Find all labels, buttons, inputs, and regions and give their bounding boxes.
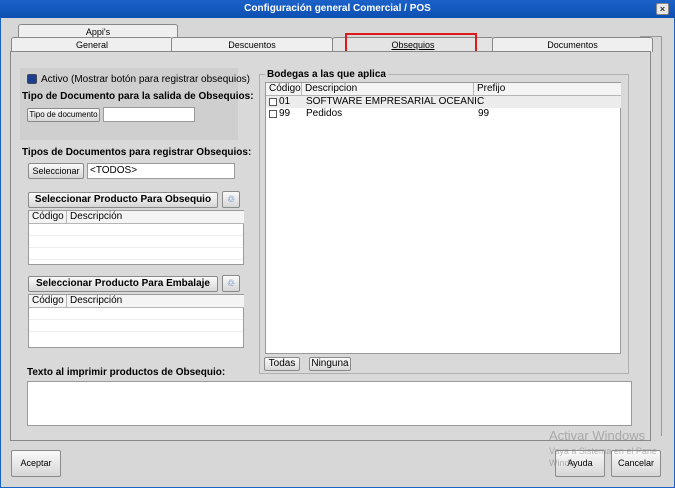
row-checkbox[interactable] (269, 98, 277, 106)
row-codigo: 99 (279, 108, 291, 119)
seleccionar-button[interactable]: Seleccionar (28, 163, 84, 179)
grid-row-line (29, 235, 243, 236)
clear-obsequio-icon[interactable]: ♲ (222, 191, 240, 208)
row-prefijo: . (478, 96, 481, 107)
tipo-documento-field[interactable] (103, 107, 195, 122)
column-prefijo[interactable]: Prefijo (474, 83, 621, 96)
window-title: Configuración general Comercial / POS (244, 3, 431, 14)
embalaje-products-grid[interactable]: Código Descripción (28, 294, 244, 348)
grid-row-line (29, 247, 243, 248)
column-descripcion[interactable]: Descripcion (302, 83, 474, 96)
ninguna-button[interactable]: Ninguna (309, 357, 351, 371)
grid-row-line (29, 259, 243, 260)
tipos-documentos-field[interactable]: <TODOS> (87, 163, 235, 179)
clear-embalaje-icon[interactable]: ♲ (222, 275, 240, 292)
grid-row-line (29, 319, 243, 320)
todas-button[interactable]: Todas (264, 357, 300, 371)
grid-row-line (29, 331, 243, 332)
bodegas-grid[interactable]: Código Descripcion Prefijo 01 SOFTWARE E… (265, 82, 621, 354)
tipo-doc-salida-heading: Tipo de Documento para la salida de Obse… (22, 91, 254, 102)
texto-imprimir-label: Texto al imprimir productos de Obsequio: (27, 367, 226, 378)
activation-watermark-line: Windo (549, 458, 575, 468)
texto-imprimir-field[interactable] (27, 381, 632, 426)
activo-label: Activo (Mostrar botón para registrar obs… (41, 74, 250, 85)
column-codigo[interactable]: Código (29, 295, 67, 308)
column-codigo[interactable]: Código (29, 211, 67, 224)
activation-watermark-title: Activar Windows (549, 428, 646, 443)
column-descripcion[interactable]: Descripción (67, 295, 244, 308)
row-codigo: 01 (279, 96, 291, 107)
producto-embalaje-button[interactable]: Seleccionar Producto Para Embalaje (28, 276, 218, 292)
row-descripcion: SOFTWARE EMPRESARIAL OCEANIC (306, 96, 485, 107)
activation-watermark-line: Vaya a Sistema en el Pane (549, 446, 657, 456)
aceptar-button[interactable]: Aceptar (11, 450, 61, 477)
window-title-bar: Configuración general Comercial / POS × (0, 0, 675, 18)
tipo-documento-button[interactable]: Tipo de documento (27, 108, 100, 122)
tab-documentos[interactable]: Documentos (492, 37, 653, 52)
tab-descuentos[interactable]: Descuentos (171, 37, 333, 52)
row-prefijo: 99 (478, 108, 490, 119)
table-row[interactable]: 99 Pedidos 99 (266, 108, 621, 120)
activo-checkbox[interactable] (27, 74, 37, 84)
tipos-registrar-heading: Tipos de Documentos para registrar Obseq… (22, 147, 252, 158)
column-codigo[interactable]: Código (266, 83, 302, 96)
row-descripcion: Pedidos (306, 108, 343, 119)
column-descripcion[interactable]: Descripción (67, 211, 244, 224)
bodegas-title: Bodegas a las que aplica (265, 69, 388, 80)
table-row[interactable]: 01 SOFTWARE EMPRESARIAL OCEANIC . (266, 96, 621, 108)
producto-obsequio-button[interactable]: Seleccionar Producto Para Obsequio (28, 192, 218, 208)
tab-general[interactable]: General (11, 37, 173, 52)
row-checkbox[interactable] (269, 110, 277, 118)
obsequio-products-grid[interactable]: Código Descripción (28, 210, 244, 265)
close-icon[interactable]: × (656, 3, 669, 15)
